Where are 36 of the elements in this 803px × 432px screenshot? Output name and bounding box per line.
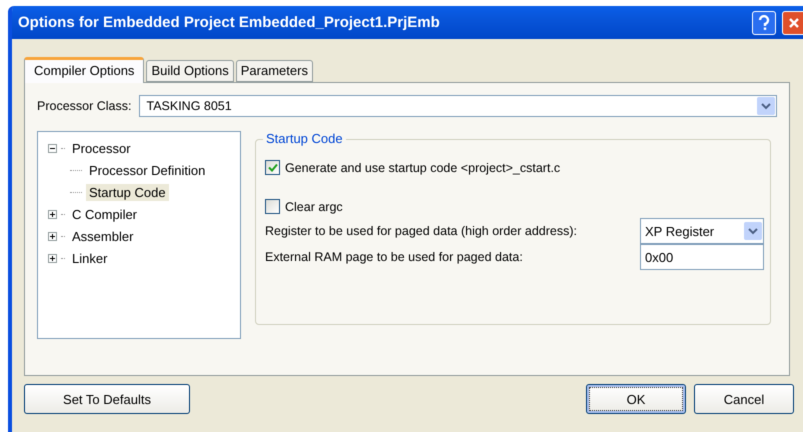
tree-item[interactable]: C Compiler xyxy=(69,206,140,223)
dropdown-button[interactable] xyxy=(757,97,775,115)
collapse-icon[interactable] xyxy=(48,144,57,153)
field-label: External RAM page to be used for paged data: xyxy=(265,250,523,264)
tree-item[interactable]: Processor xyxy=(69,140,134,157)
ok-button[interactable]: OK xyxy=(586,384,686,414)
group-title: Startup Code xyxy=(263,131,346,146)
field-label: Register to be used for paged data (high order address): xyxy=(265,224,577,238)
tab[interactable]: Build Options xyxy=(146,60,234,82)
help-button[interactable] xyxy=(752,10,776,34)
dropdown-button[interactable] xyxy=(744,222,762,240)
tab[interactable]: Compiler Options xyxy=(24,57,144,83)
close-button[interactable] xyxy=(782,10,803,34)
tab[interactable]: Parameters xyxy=(236,60,313,82)
question-mark-icon xyxy=(758,14,770,30)
expand-icon[interactable] xyxy=(48,210,57,219)
expand-icon[interactable] xyxy=(48,232,57,241)
register-dropdown[interactable]: XP Register xyxy=(640,218,764,244)
tree-item[interactable]: Processor Definition xyxy=(86,162,208,179)
chevron-down-icon xyxy=(748,227,758,235)
checkbox[interactable] xyxy=(265,199,280,214)
chevron-down-icon xyxy=(761,102,771,110)
checkbox-label: Clear argc xyxy=(285,200,343,214)
field-label: Processor Class: xyxy=(37,99,132,113)
checkbox-label: Generate and use startup code <project>_cstart.c xyxy=(285,160,560,174)
window-title: Options for Embedded Project Embedded_Project1.PrjEmb xyxy=(18,14,441,31)
cancel-button[interactable]: Cancel xyxy=(694,384,794,414)
input-field[interactable]: 0x00 xyxy=(640,244,764,270)
tree-item[interactable]: Linker xyxy=(69,250,110,267)
expand-icon[interactable] xyxy=(48,254,57,263)
tree-item[interactable]: Assembler xyxy=(69,228,136,245)
close-icon xyxy=(788,16,800,28)
processor-class-dropdown[interactable]: TASKING 8051 xyxy=(139,95,777,117)
tree-item[interactable]: Startup Code xyxy=(86,184,169,201)
set-to-defaults-button[interactable]: Set To Defaults xyxy=(24,384,190,414)
checkbox[interactable] xyxy=(265,160,280,175)
